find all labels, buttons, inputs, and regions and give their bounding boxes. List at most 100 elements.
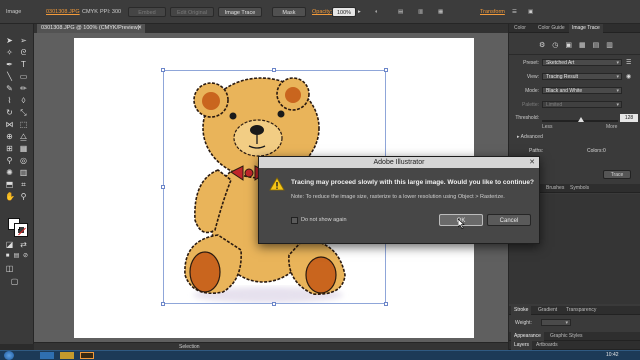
resize-handle-left[interactable] bbox=[161, 185, 165, 189]
advanced-toggle[interactable]: ▸ Advanced bbox=[517, 134, 543, 140]
preset-label: Preset: bbox=[523, 60, 539, 66]
rectangle-tool-icon[interactable]: ▭ bbox=[19, 72, 28, 81]
tab-graphic-styles[interactable]: Graphic Styles bbox=[547, 332, 586, 341]
blob-brush-tool-icon[interactable]: ⌇ bbox=[5, 96, 14, 105]
embed-button[interactable]: Embed bbox=[128, 7, 166, 17]
eyedropper-tool-icon[interactable]: ⚲ bbox=[5, 156, 14, 165]
magic-wand-tool-icon[interactable]: ✧ bbox=[5, 48, 14, 57]
control-bar-image-label: Image bbox=[6, 9, 22, 15]
selection-tool-icon[interactable]: ➤ bbox=[5, 36, 14, 45]
tab-artboards[interactable]: Artboards bbox=[533, 341, 561, 350]
tab-layers[interactable]: Layers bbox=[511, 341, 533, 350]
zoom-tool-icon[interactable]: ⚲ bbox=[19, 192, 28, 201]
do-not-show-checkbox[interactable] bbox=[291, 217, 298, 224]
cancel-button[interactable]: Cancel bbox=[487, 214, 531, 226]
tab-stroke[interactable]: Stroke bbox=[511, 306, 532, 315]
opacity-label[interactable]: Opacity: bbox=[312, 8, 332, 17]
threshold-input[interactable]: 128 bbox=[620, 114, 638, 122]
mouse-pointer-icon bbox=[458, 219, 465, 229]
tab-symbols[interactable]: Symbols bbox=[567, 184, 592, 193]
none-mode-icon[interactable]: ⊘ bbox=[21, 252, 30, 261]
hand-tool-icon[interactable]: ✋ bbox=[5, 192, 15, 201]
weight-input[interactable]: ▾ bbox=[541, 319, 571, 326]
trace-button[interactable]: Trace bbox=[603, 170, 631, 179]
mask-button[interactable]: Mask bbox=[272, 7, 306, 17]
tab-transparency[interactable]: Transparency bbox=[563, 306, 599, 315]
mode-select[interactable]: Black and White ▾ bbox=[542, 87, 622, 94]
blend-tool-icon[interactable]: ◎ bbox=[19, 156, 28, 165]
preset-menu-icon[interactable]: ☰ bbox=[626, 59, 631, 66]
symbol-sprayer-tool-icon[interactable]: ✺ bbox=[5, 168, 14, 177]
opacity-input[interactable]: 100% bbox=[332, 7, 356, 17]
draw-mode-icon[interactable]: ◫ bbox=[5, 264, 14, 273]
document-tab[interactable]: 0301308.JPG @ 100% (CMYK/Preview) ✕ bbox=[37, 24, 145, 33]
rotate-tool-icon[interactable]: ↻ bbox=[5, 108, 14, 117]
edit-original-button[interactable]: Edit Original bbox=[170, 7, 214, 17]
perspective-grid-tool-icon[interactable]: ⧋ bbox=[19, 132, 28, 141]
free-transform-tool-icon[interactable]: ⬚ bbox=[19, 120, 28, 129]
chevron-down-icon: ▾ bbox=[616, 88, 619, 94]
resize-handle-bottom[interactable] bbox=[272, 302, 276, 306]
explorer-taskbar-icon[interactable] bbox=[60, 352, 74, 359]
dialog-title-bar[interactable]: Adobe Illustrator ✕ bbox=[259, 157, 539, 168]
align-center-icon[interactable]: ▥ bbox=[418, 8, 423, 17]
control-panel-menu-icon[interactable]: ☰ bbox=[512, 8, 517, 17]
isolate-icon[interactable]: ▣ bbox=[528, 8, 533, 17]
width-tool-icon[interactable]: ⋈ bbox=[5, 120, 14, 129]
pen-tool-icon[interactable]: ✒ bbox=[5, 60, 14, 69]
linked-filename[interactable]: 0301308.JPG bbox=[46, 8, 80, 17]
status-bar: Selection bbox=[34, 342, 508, 350]
start-button-icon[interactable] bbox=[4, 351, 14, 360]
paintbrush-tool-icon[interactable]: ✎ bbox=[5, 84, 14, 93]
color-mode-icon[interactable]: ■ bbox=[3, 252, 12, 261]
close-icon[interactable]: ✕ bbox=[529, 157, 535, 168]
swap-colors-icon[interactable]: ⇄ bbox=[19, 240, 28, 249]
recolor-icon[interactable]: ◐ bbox=[375, 8, 378, 17]
ie-taskbar-icon[interactable] bbox=[40, 352, 54, 359]
tab-brushes[interactable]: Brushes bbox=[543, 184, 567, 193]
stroke-panel-tabs: Stroke Gradient Transparency bbox=[509, 306, 640, 315]
eraser-tool-icon[interactable]: ◊ bbox=[19, 96, 28, 105]
gradient-tool-icon[interactable]: ▦ bbox=[19, 144, 28, 153]
preset-select[interactable]: Sketched Art ▾ bbox=[542, 59, 622, 66]
transform-link[interactable]: Transform bbox=[480, 8, 505, 17]
direct-selection-tool-icon[interactable]: ➢ bbox=[19, 36, 28, 45]
resize-handle-bottom-right[interactable] bbox=[384, 302, 388, 306]
close-tab-icon[interactable]: ✕ bbox=[137, 24, 142, 33]
view-select[interactable]: Tracing Result ▾ bbox=[542, 73, 622, 80]
trace-preset-icons[interactable]: ⚙◷▣▦▤▥ bbox=[539, 41, 620, 49]
gradient-mode-icon[interactable]: ▤ bbox=[12, 252, 21, 261]
artboard-tool-icon[interactable]: ⬒ bbox=[5, 180, 14, 189]
threshold-label: Threshold: bbox=[515, 115, 539, 121]
view-eye-icon[interactable]: ◉ bbox=[626, 73, 631, 80]
resize-handle-top-left[interactable] bbox=[161, 68, 165, 72]
lasso-tool-icon[interactable]: ᘓ bbox=[19, 48, 28, 57]
illustrator-taskbar-icon[interactable] bbox=[80, 352, 94, 359]
stroke-swatch[interactable] bbox=[14, 223, 28, 237]
default-colors-icon[interactable]: ◪ bbox=[5, 240, 14, 249]
tab-image-trace[interactable]: Image Trace bbox=[569, 24, 603, 33]
type-tool-icon[interactable]: T bbox=[19, 60, 28, 69]
graph-tool-icon[interactable]: ▥ bbox=[19, 168, 28, 177]
layers-panel-tabs: Layers Artboards bbox=[509, 341, 640, 350]
tab-color[interactable]: Color bbox=[511, 24, 529, 33]
resize-handle-top-right[interactable] bbox=[384, 68, 388, 72]
distribute-icon[interactable]: ▦ bbox=[438, 8, 443, 17]
resize-handle-top[interactable] bbox=[272, 68, 276, 72]
scale-tool-icon[interactable]: ⤡ bbox=[19, 108, 28, 117]
image-trace-button[interactable]: Image Trace bbox=[218, 7, 262, 17]
shape-builder-tool-icon[interactable]: ⊕ bbox=[5, 132, 14, 141]
opacity-arrow-icon[interactable]: ▸ bbox=[358, 8, 361, 17]
mesh-tool-icon[interactable]: ⊞ bbox=[5, 144, 14, 153]
resize-handle-bottom-left[interactable] bbox=[161, 302, 165, 306]
tab-appearance[interactable]: Appearance bbox=[511, 332, 544, 341]
screen-mode-icon[interactable]: ▢ bbox=[10, 277, 19, 286]
pencil-tool-icon[interactable]: ✏ bbox=[19, 84, 28, 93]
tab-gradient[interactable]: Gradient bbox=[535, 306, 560, 315]
slice-tool-icon[interactable]: ⌗ bbox=[19, 180, 28, 189]
tab-color-guide[interactable]: Color Guide bbox=[535, 24, 568, 33]
align-icon[interactable]: ▤ bbox=[398, 8, 403, 17]
line-tool-icon[interactable]: ╲ bbox=[5, 72, 14, 81]
threshold-slider-thumb[interactable] bbox=[578, 117, 584, 122]
do-not-show-label[interactable]: Do not show again bbox=[301, 217, 347, 224]
